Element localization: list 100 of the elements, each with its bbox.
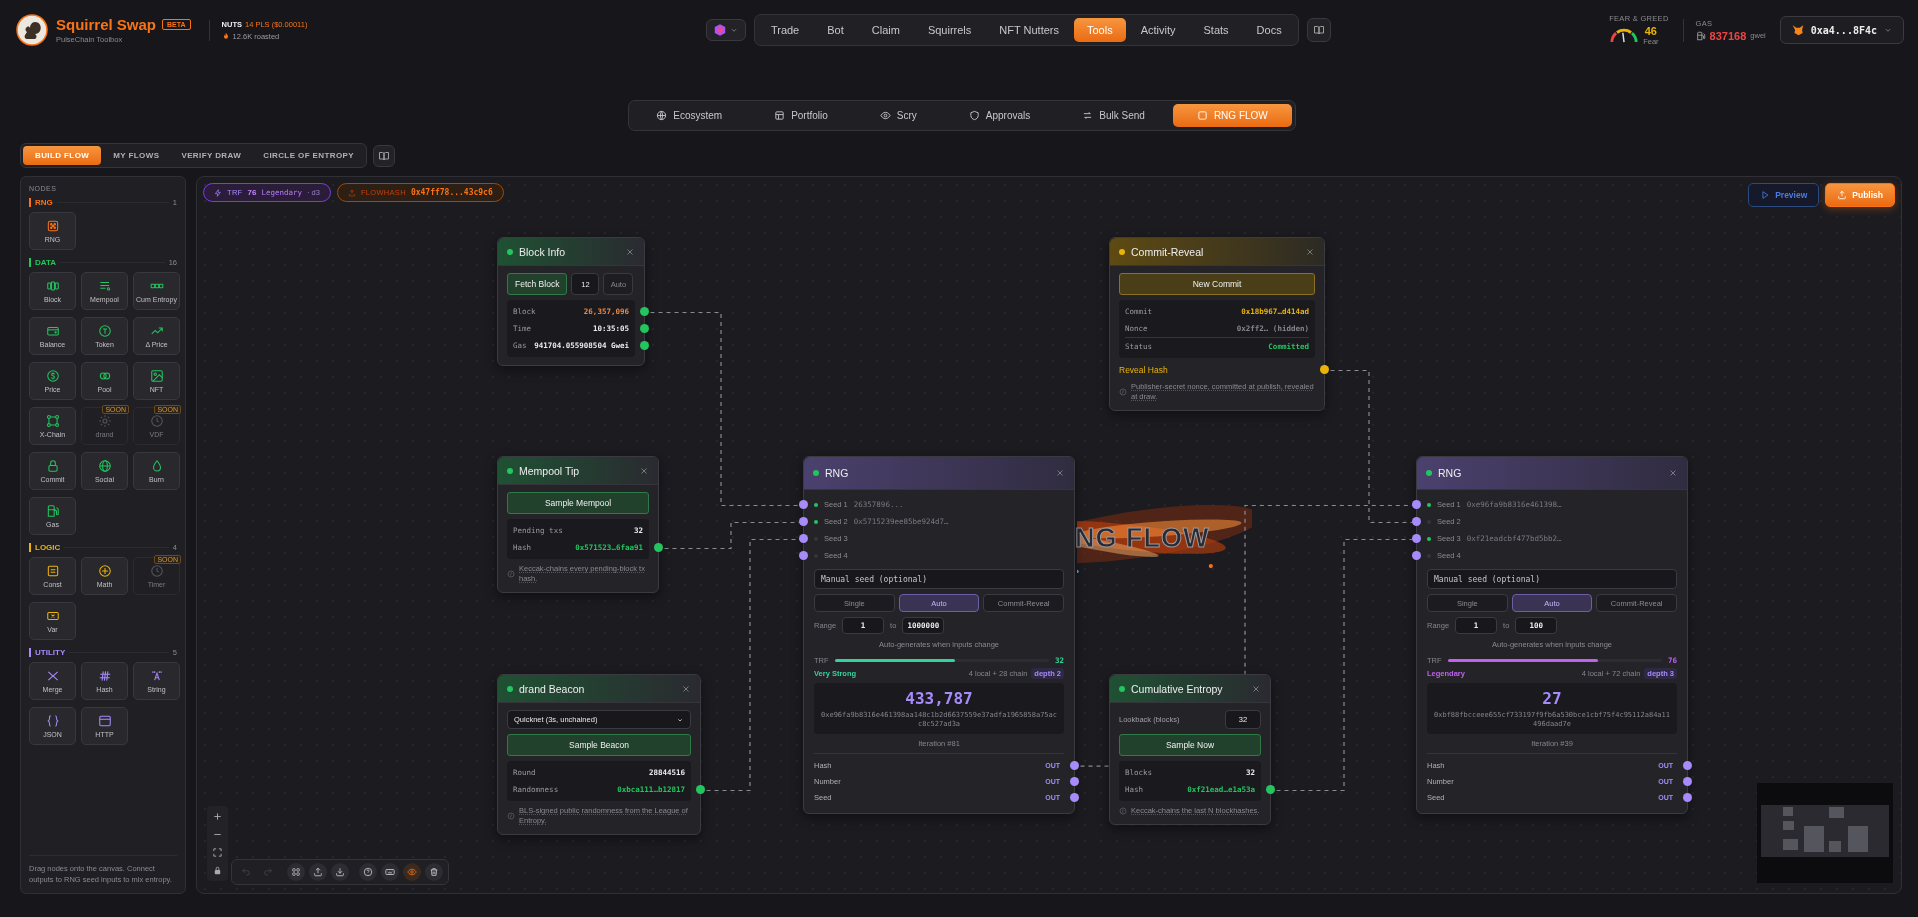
output-label: Reveal Hash bbox=[1119, 365, 1168, 375]
section-title: RNG bbox=[35, 198, 53, 207]
gas-price: 837168 bbox=[1709, 29, 1747, 42]
trash-button[interactable] bbox=[425, 863, 443, 881]
section-tab[interactable]: Scry bbox=[855, 104, 941, 127]
fit-view-icon[interactable] bbox=[210, 845, 225, 860]
status-dot bbox=[1119, 248, 1125, 255]
brand-name: Squirrel Swap bbox=[56, 16, 157, 33]
upload-icon bbox=[313, 867, 323, 877]
status-dot bbox=[507, 248, 513, 255]
plus-circle-icon bbox=[97, 564, 112, 578]
manual-seed-field[interactable]: Manual seed (optional) bbox=[814, 569, 1064, 589]
chain-selector[interactable] bbox=[705, 19, 746, 41]
clock-icon bbox=[149, 414, 164, 428]
manual-seed-field[interactable]: Manual seed (optional) bbox=[1427, 569, 1677, 589]
info-icon bbox=[1119, 806, 1127, 815]
action-button[interactable]: New Commit bbox=[1119, 273, 1315, 295]
variable-icon bbox=[45, 609, 60, 623]
trf-score-text: 76 bbox=[247, 188, 257, 197]
nav-tab[interactable]: Claim bbox=[858, 18, 913, 42]
close-icon[interactable] bbox=[625, 246, 635, 257]
fuel-pump-icon bbox=[1695, 30, 1706, 41]
constant-box-icon bbox=[45, 564, 60, 578]
keyboard-button[interactable] bbox=[381, 863, 399, 881]
close-icon[interactable] bbox=[1668, 468, 1678, 478]
close-icon[interactable] bbox=[681, 683, 691, 694]
section-tab[interactable]: Bulk Send bbox=[1058, 104, 1169, 127]
keyboard-icon bbox=[385, 867, 395, 877]
action-button[interactable]: Sample Beacon bbox=[507, 734, 691, 756]
wallet-icon bbox=[45, 324, 60, 338]
random-number: 433,787 bbox=[905, 689, 973, 708]
nav-tab[interactable]: Stats bbox=[1190, 18, 1242, 42]
status-dot bbox=[1426, 470, 1432, 476]
layout-button[interactable] bbox=[287, 863, 305, 881]
nav-tab[interactable]: Docs bbox=[1243, 18, 1295, 42]
guide-button[interactable] bbox=[373, 144, 396, 167]
help-icon bbox=[363, 867, 373, 877]
node-title: Mempool Tip bbox=[519, 464, 581, 477]
close-icon[interactable] bbox=[1055, 468, 1065, 478]
status-dot bbox=[507, 685, 513, 692]
mode-tab[interactable]: CIRCLE OF ENTROPY bbox=[253, 146, 365, 165]
eye-button[interactable] bbox=[403, 863, 421, 881]
download-button[interactable] bbox=[331, 863, 349, 881]
nav-tab[interactable]: Bot bbox=[814, 18, 857, 42]
image-icon bbox=[149, 369, 164, 383]
close-icon[interactable] bbox=[1251, 683, 1261, 694]
section-tab[interactable]: Approvals bbox=[944, 104, 1055, 127]
section-tab[interactable]: Ecosystem bbox=[632, 104, 747, 127]
globe-icon bbox=[97, 459, 112, 473]
status-dot bbox=[507, 467, 513, 474]
window-icon bbox=[97, 714, 112, 728]
lightning-icon bbox=[214, 188, 222, 197]
preview-button[interactable]: Preview bbox=[1748, 183, 1820, 207]
output-port[interactable] bbox=[640, 324, 649, 333]
output-port[interactable] bbox=[1320, 365, 1329, 374]
node-title: drand Beacon bbox=[519, 682, 586, 695]
docs-button[interactable] bbox=[1306, 18, 1331, 42]
book-icon bbox=[378, 149, 391, 162]
flowhash-value: 0x47ff78...43c9c6 bbox=[410, 188, 493, 197]
gauge-scale bbox=[1610, 28, 1638, 43]
section-title: UTILITY bbox=[35, 648, 66, 657]
flame-icon bbox=[221, 32, 230, 40]
hexagon-icon bbox=[712, 23, 727, 37]
upload-icon bbox=[347, 188, 356, 197]
nav-tab[interactable]: NFT Nutters bbox=[986, 18, 1072, 42]
action-button[interactable]: Sample Mempool bbox=[507, 492, 649, 514]
node-title: Cumulative Entropy bbox=[1131, 682, 1224, 695]
globe-icon bbox=[656, 110, 668, 121]
download-icon bbox=[335, 867, 345, 877]
help-button[interactable] bbox=[359, 863, 377, 881]
node-title: RNG bbox=[825, 467, 850, 479]
upload-button[interactable] bbox=[309, 863, 327, 881]
fear-greed-value: 46 bbox=[1644, 25, 1657, 37]
nav-tab[interactable]: Squirrels bbox=[914, 18, 985, 42]
share-icon bbox=[1837, 190, 1848, 200]
close-icon[interactable] bbox=[639, 465, 649, 476]
redo-icon bbox=[263, 867, 273, 877]
output-port[interactable] bbox=[1266, 785, 1275, 794]
action-button[interactable]: Fetch Block bbox=[507, 273, 568, 295]
string-icon bbox=[149, 669, 164, 683]
action-button[interactable]: Sample Now bbox=[1119, 734, 1261, 756]
output-port[interactable] bbox=[654, 543, 663, 552]
output-port[interactable] bbox=[640, 307, 649, 316]
info-icon bbox=[1119, 387, 1127, 396]
list-icon bbox=[97, 279, 112, 293]
coin-icon bbox=[45, 369, 60, 383]
mode-tab[interactable]: VERIFY DRAW bbox=[171, 146, 252, 165]
status-dot bbox=[813, 470, 819, 476]
output-port[interactable] bbox=[696, 785, 705, 794]
close-icon[interactable] bbox=[1305, 246, 1315, 257]
nav-tab[interactable]: Activity bbox=[1127, 18, 1189, 42]
wallet-button[interactable]: 0xa4...8F4c bbox=[1779, 16, 1904, 44]
random-number: 27 bbox=[1542, 689, 1562, 708]
dice-icon bbox=[45, 219, 60, 233]
output-port[interactable] bbox=[640, 341, 649, 350]
rings-icon bbox=[97, 369, 112, 383]
play-icon bbox=[1760, 190, 1771, 200]
section-tab[interactable]: Portfolio bbox=[750, 104, 852, 127]
nav-tab[interactable]: Trade bbox=[757, 18, 813, 42]
mode-tab[interactable]: MY FLOWS bbox=[103, 146, 170, 165]
